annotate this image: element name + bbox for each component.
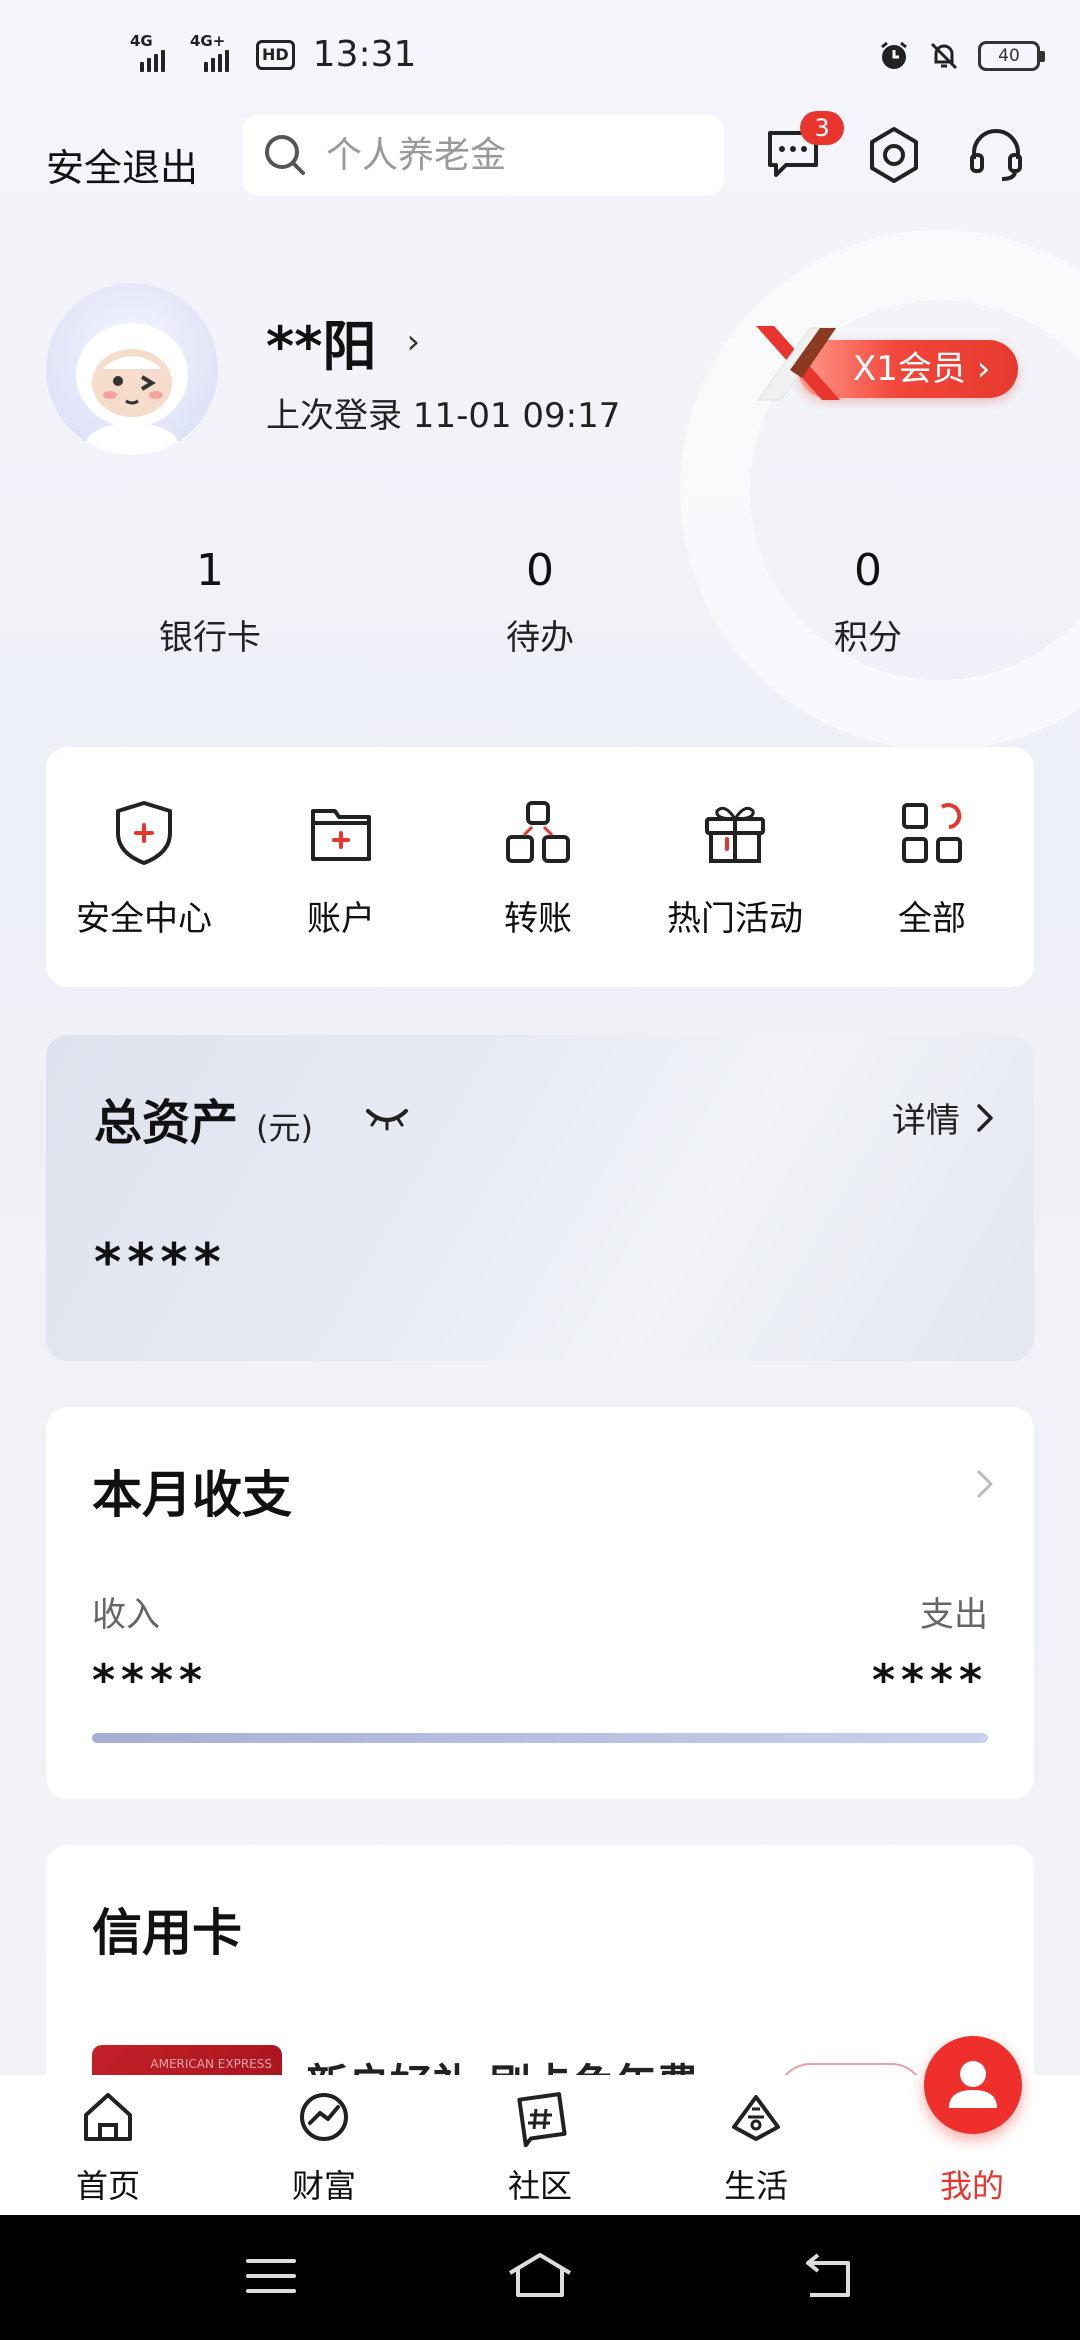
details-label: 详情 xyxy=(892,1101,960,1141)
search-input[interactable] xyxy=(326,134,706,176)
eye-closed-icon[interactable] xyxy=(364,1103,410,1133)
bottom-nav: 首页 财富 社区 生活 我的 xyxy=(0,2075,1080,2215)
username: **阳 xyxy=(266,315,377,378)
mute-bell-icon xyxy=(930,42,958,70)
chevron-right-icon xyxy=(977,1470,993,1498)
quick-action-label: 安全中心 xyxy=(76,899,212,939)
nav-label: 社区 xyxy=(507,2167,572,2205)
profile-icon xyxy=(949,2061,997,2108)
mascot-avatar-icon xyxy=(76,323,188,455)
quick-action-hot-events[interactable]: 热门活动 xyxy=(637,797,833,940)
stat-bank-cards[interactable]: 1 银行卡 xyxy=(100,545,320,659)
quick-action-label: 账户 xyxy=(307,899,375,939)
stat-value: 1 xyxy=(196,545,224,596)
life-icon xyxy=(732,2095,780,2141)
battery-icon: 40 xyxy=(978,41,1045,71)
menu-icon[interactable] xyxy=(244,2249,298,2303)
quick-action-label: 转账 xyxy=(504,899,572,939)
stat-points[interactable]: 0 积分 xyxy=(758,545,978,659)
nav-home[interactable]: 首页 xyxy=(0,2087,216,2207)
quick-actions-card: 安全中心 账户 转账 热门活动 全部 xyxy=(46,747,1034,987)
stats-row: 1 银行卡 0 待办 0 积分 xyxy=(0,545,1080,665)
settings-icon xyxy=(870,127,918,183)
message-count-badge: 3 xyxy=(800,111,844,145)
nav-mine-icon-button[interactable] xyxy=(924,2036,1022,2134)
status-right: 40 xyxy=(878,40,1045,72)
stat-todo[interactable]: 0 待办 xyxy=(430,545,650,659)
hd-badge: HD xyxy=(256,39,295,70)
shield-icon xyxy=(116,801,172,865)
assets-unit: (元) xyxy=(256,1109,313,1147)
alarm-icon xyxy=(881,41,907,69)
headset-icon xyxy=(970,129,1022,181)
gift-icon xyxy=(705,806,765,863)
header: 安全退出 3 xyxy=(0,111,1080,205)
quick-action-label: 热门活动 xyxy=(667,899,803,939)
folder-icon xyxy=(311,809,371,861)
network-type-2: 4G+ xyxy=(190,31,226,50)
assets-details-link[interactable]: 详情 xyxy=(892,1093,994,1142)
quick-action-label: 全部 xyxy=(898,899,966,939)
nav-label: 财富 xyxy=(291,2167,356,2205)
monthly-summary-card[interactable]: 本月收支 收入 支出 **** **** xyxy=(46,1407,1034,1799)
customer-service-button[interactable] xyxy=(966,125,1030,189)
transfer-icon xyxy=(506,801,570,863)
page: 4G 4G+ HD 13:31 40 安全退出 个人养老金 3 **阳 › 上次… xyxy=(0,0,1080,2340)
nav-label: 我的 xyxy=(939,2167,1004,2205)
chevron-right-icon: › xyxy=(406,321,421,362)
nav-label: 首页 xyxy=(75,2167,140,2205)
signal-icon: 4G xyxy=(130,32,176,72)
system-nav-bar xyxy=(0,2215,1080,2340)
stat-label: 待办 xyxy=(506,618,574,658)
expense-value: **** xyxy=(871,1655,988,1706)
monthly-title: 本月收支 xyxy=(92,1466,292,1524)
nav-life[interactable]: 生活 xyxy=(648,2087,864,2207)
stat-value: 0 xyxy=(526,545,554,596)
home-nav-icon[interactable] xyxy=(506,2249,574,2303)
quick-action-security-center[interactable]: 安全中心 xyxy=(46,797,242,940)
search-icon xyxy=(265,135,305,175)
username-row[interactable]: **阳 › xyxy=(266,302,420,381)
community-icon xyxy=(517,2092,567,2147)
income-label: 收入 xyxy=(92,1595,160,1635)
stat-label: 积分 xyxy=(834,618,902,658)
settings-button[interactable] xyxy=(864,125,928,189)
stat-label: 银行卡 xyxy=(159,618,261,658)
messages-button[interactable]: 3 xyxy=(764,111,844,189)
expense-label: 支出 xyxy=(920,1595,988,1635)
quick-action-accounts[interactable]: 账户 xyxy=(243,797,439,940)
income-expense-bar xyxy=(92,1733,988,1743)
quick-action-transfer[interactable]: 转账 xyxy=(440,797,636,940)
chevron-right-icon xyxy=(977,1103,993,1132)
home-icon xyxy=(84,2093,132,2141)
total-assets-card[interactable]: 总资产 (元) 详情 **** xyxy=(46,1035,1034,1361)
nav-wealth[interactable]: 财富 xyxy=(216,2087,432,2207)
grid-icon xyxy=(902,803,962,863)
last-login: 上次登录 11-01 09:17 xyxy=(266,396,621,436)
status-left: 4G 4G+ HD 13:31 xyxy=(130,32,417,76)
stat-value: 0 xyxy=(854,545,882,596)
logout-button[interactable]: 安全退出 xyxy=(46,137,198,192)
quick-action-all[interactable]: 全部 xyxy=(834,797,1030,940)
avatar[interactable] xyxy=(46,283,218,455)
income-value: **** xyxy=(92,1655,209,1706)
search-bar[interactable] xyxy=(242,115,724,195)
wealth-icon xyxy=(300,2093,348,2141)
background-decoration xyxy=(680,230,1080,750)
assets-title: 总资产 xyxy=(94,1095,239,1151)
status-bar: 4G 4G+ HD 13:31 40 xyxy=(0,0,1080,120)
credit-title: 信用卡 xyxy=(92,1904,242,1962)
status-time: 13:31 xyxy=(312,34,417,75)
card-brand-text: AMERICAN EXPRESS xyxy=(150,2057,272,2071)
member-badge[interactable]: X1会员 › xyxy=(750,320,1020,406)
back-icon[interactable] xyxy=(796,2249,856,2303)
assets-value: **** xyxy=(94,1233,227,1293)
nav-community[interactable]: 社区 xyxy=(432,2087,648,2207)
nav-label: 生活 xyxy=(723,2167,788,2205)
network-type-1: 4G xyxy=(130,31,153,50)
x1-logo-icon xyxy=(756,326,840,401)
signal-icon-2: 4G+ xyxy=(190,32,242,72)
